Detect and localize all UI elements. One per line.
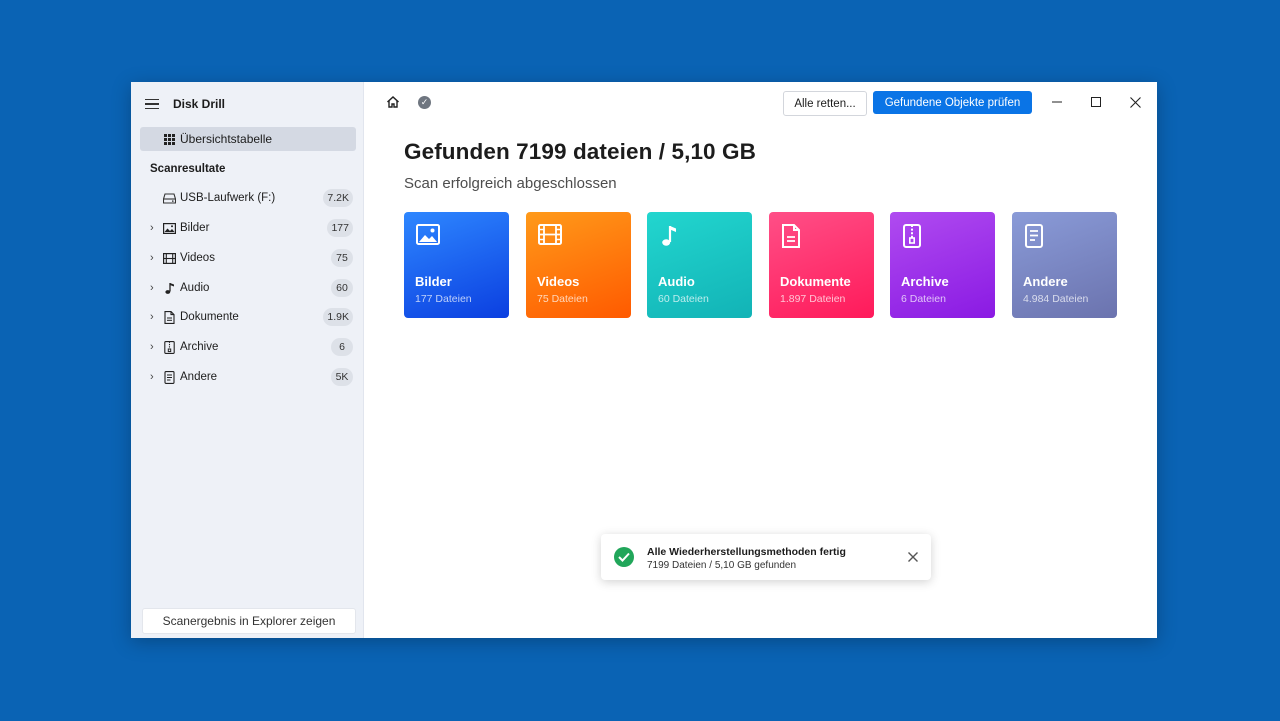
sidebar-item-bilder[interactable]: › Bilder 177 [131, 216, 363, 240]
card-title: Andere [1023, 274, 1068, 289]
music-note-icon [659, 224, 683, 248]
file-icon [1024, 224, 1048, 248]
card-count: 177 Dateien [415, 293, 472, 305]
sidebar-header: Disk Drill [145, 94, 225, 114]
sidebar-item-label: USB-Laufwerk (F:) [180, 192, 276, 204]
sidebar-item-label: Audio [180, 282, 210, 294]
maximize-icon[interactable] [1086, 92, 1106, 112]
card-title: Archive [901, 274, 949, 289]
count-badge: 1.9K [323, 308, 353, 326]
count-badge: 75 [331, 249, 353, 267]
hamburger-menu-icon[interactable] [145, 98, 159, 110]
sidebar-item-label: Übersichtstabelle [180, 132, 273, 146]
sidebar-item-dokumente[interactable]: › Dokumente 1.9K [131, 305, 363, 329]
page-subtitle: Scan erfolgreich abgeschlossen [404, 175, 617, 192]
count-badge: 177 [327, 219, 353, 237]
minimize-icon[interactable] [1047, 92, 1067, 112]
card-title: Bilder [415, 274, 452, 289]
notification-toast: Alle Wiederherstellungsmethoden fertig 7… [601, 534, 931, 580]
sidebar-item-label: Archive [180, 341, 219, 353]
app-window: Disk Drill Übersichtstabelle Scanresulta… [131, 82, 1157, 638]
grid-icon [164, 133, 175, 145]
card-title: Videos [537, 274, 580, 289]
card-count: 60 Dateien [658, 293, 709, 305]
usb-drive-icon [163, 192, 176, 205]
document-icon [163, 310, 176, 324]
sidebar-item-archive[interactable]: › Archive 6 [131, 335, 363, 359]
film-icon [163, 252, 176, 265]
document-icon [781, 224, 805, 248]
app-title: Disk Drill [173, 97, 226, 111]
category-card-audio[interactable]: Audio 60 Dateien [647, 212, 752, 318]
film-icon [538, 224, 562, 248]
sidebar-item-label: Bilder [180, 222, 210, 234]
chevron-right-icon[interactable]: › [150, 341, 158, 353]
chevron-right-icon[interactable]: › [150, 371, 158, 383]
show-in-explorer-button[interactable]: Scanergebnis in Explorer zeigen [142, 608, 356, 634]
category-card-archive[interactable]: Archive 6 Dateien [890, 212, 995, 318]
category-card-bilder[interactable]: Bilder 177 Dateien [404, 212, 509, 318]
card-title: Audio [658, 274, 695, 289]
sidebar-section-title: Scanresultate [150, 163, 226, 175]
scan-complete-icon[interactable]: ✓ [418, 96, 431, 109]
sidebar-item-audio[interactable]: › Audio 60 [131, 276, 363, 300]
count-badge: 60 [331, 279, 353, 297]
toast-subtitle: 7199 Dateien / 5,10 GB gefunden [647, 560, 797, 571]
category-card-andere[interactable]: Andere 4.984 Dateien [1012, 212, 1117, 318]
sidebar-item-videos[interactable]: › Videos 75 [131, 246, 363, 270]
file-icon [163, 370, 176, 384]
chevron-right-icon[interactable]: › [150, 282, 158, 294]
home-icon[interactable] [386, 95, 400, 109]
card-count: 4.984 Dateien [1023, 293, 1089, 305]
archive-icon [902, 224, 926, 248]
sidebar-item-label: Andere [180, 371, 218, 383]
chevron-right-icon[interactable]: › [150, 252, 158, 264]
success-check-icon [614, 547, 634, 567]
category-card-videos[interactable]: Videos 75 Dateien [526, 212, 631, 318]
chevron-right-icon[interactable]: › [150, 311, 158, 323]
count-badge: 6 [331, 338, 353, 356]
image-icon [416, 224, 440, 248]
toast-title: Alle Wiederherstellungsmethoden fertig [647, 546, 846, 558]
count-badge: 7.2K [323, 189, 353, 207]
count-badge: 5K [331, 368, 353, 386]
image-icon [163, 222, 176, 235]
close-icon[interactable] [907, 550, 919, 562]
card-title: Dokumente [780, 274, 851, 289]
music-note-icon [163, 282, 176, 295]
sidebar: Disk Drill Übersichtstabelle Scanresulta… [131, 82, 364, 638]
category-card-dokumente[interactable]: Dokumente 1.897 Dateien [769, 212, 874, 318]
chevron-right-icon[interactable]: › [150, 222, 158, 234]
sidebar-item-usb-drive[interactable]: USB-Laufwerk (F:) 7.2K [131, 186, 363, 210]
sidebar-item-label: Dokumente [180, 311, 239, 323]
sidebar-item-overview[interactable]: Übersichtstabelle [140, 127, 356, 151]
card-count: 75 Dateien [537, 293, 588, 305]
card-count: 6 Dateien [901, 293, 946, 305]
archive-icon [163, 340, 176, 354]
review-found-items-button[interactable]: Gefundene Objekte prüfen [873, 91, 1032, 114]
card-count: 1.897 Dateien [780, 293, 846, 305]
page-title: Gefunden 7199 dateien / 5,10 GB [404, 139, 756, 164]
sidebar-item-andere[interactable]: › Andere 5K [131, 365, 363, 389]
sidebar-item-label: Videos [180, 252, 215, 264]
recover-all-button[interactable]: Alle retten... [783, 91, 867, 116]
close-icon[interactable] [1125, 92, 1145, 112]
